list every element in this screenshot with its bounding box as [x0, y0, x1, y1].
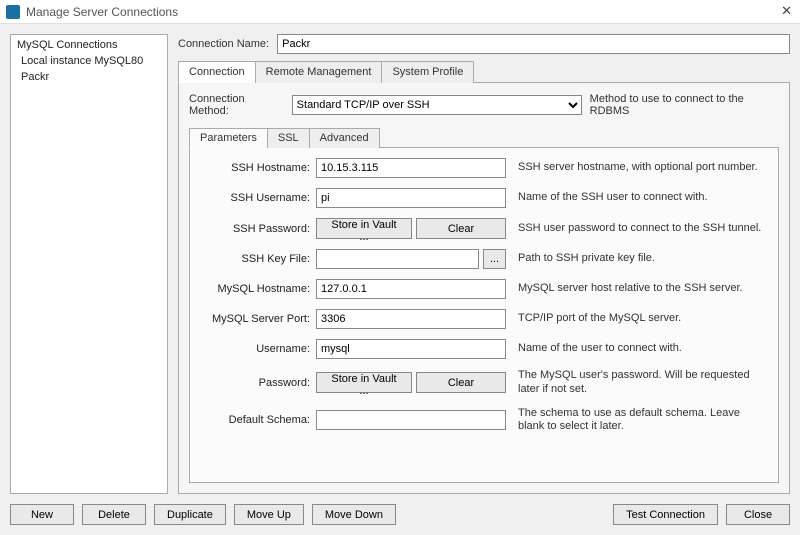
connection-method-select[interactable]: Standard TCP/IP over SSH [292, 95, 582, 115]
mysql-hostname-input[interactable] [316, 279, 506, 299]
ssh-keyfile-hint: Path to SSH private key file. [512, 252, 768, 266]
connection-list[interactable]: MySQL Connections Local instance MySQL80… [10, 34, 168, 494]
tab-remote-management[interactable]: Remote Management [255, 61, 383, 83]
window-titlebar: Manage Server Connections ✕ [0, 0, 800, 24]
tab-ssl[interactable]: SSL [267, 128, 310, 148]
connection-name-input[interactable] [277, 34, 790, 54]
password-clear-button[interactable]: Clear [416, 372, 506, 393]
duplicate-button[interactable]: Duplicate [154, 504, 226, 525]
ssh-hostname-hint: SSH server hostname, with optional port … [512, 161, 768, 175]
ssh-keyfile-input[interactable] [316, 249, 479, 269]
movedown-button[interactable]: Move Down [312, 504, 396, 525]
username-label: Username: [200, 343, 310, 355]
default-schema-input[interactable] [316, 410, 506, 430]
app-icon [6, 5, 20, 19]
ssh-username-hint: Name of the SSH user to connect with. [512, 191, 768, 205]
mysql-hostname-hint: MySQL server host relative to the SSH se… [512, 282, 768, 296]
connection-name-label: Connection Name: [178, 38, 269, 50]
list-item[interactable]: Packr [11, 69, 167, 85]
window-title: Manage Server Connections [26, 5, 178, 19]
default-schema-label: Default Schema: [200, 414, 310, 426]
connection-list-header: MySQL Connections [11, 37, 167, 53]
password-store-button[interactable]: Store in Vault ... [316, 372, 412, 393]
password-hint: The MySQL user's password. Will be reque… [512, 369, 768, 397]
mysql-port-hint: TCP/IP port of the MySQL server. [512, 312, 768, 326]
list-item[interactable]: Local instance MySQL80 [11, 53, 167, 69]
mysql-hostname-label: MySQL Hostname: [200, 283, 310, 295]
tab-system-profile[interactable]: System Profile [381, 61, 474, 83]
ssh-hostname-label: SSH Hostname: [200, 162, 310, 174]
tab-parameters[interactable]: Parameters [189, 128, 268, 148]
mysql-port-label: MySQL Server Port: [200, 313, 310, 325]
moveup-button[interactable]: Move Up [234, 504, 304, 525]
close-button[interactable]: Close [726, 504, 790, 525]
tab-connection[interactable]: Connection [178, 61, 256, 83]
test-connection-button[interactable]: Test Connection [613, 504, 718, 525]
password-label: Password: [200, 377, 310, 389]
new-button[interactable]: New [10, 504, 74, 525]
ssh-password-clear-button[interactable]: Clear [416, 218, 506, 239]
delete-button[interactable]: Delete [82, 504, 146, 525]
mysql-port-input[interactable] [316, 309, 506, 329]
ssh-hostname-input[interactable] [316, 158, 506, 178]
connection-method-label: Connection Method: [189, 93, 284, 117]
tab-advanced[interactable]: Advanced [309, 128, 380, 148]
username-hint: Name of the user to connect with. [512, 342, 768, 356]
ssh-password-store-button[interactable]: Store in Vault ... [316, 218, 412, 239]
ssh-username-label: SSH Username: [200, 192, 310, 204]
list-item-label: Packr [21, 71, 49, 83]
ssh-keyfile-browse-button[interactable]: ... [483, 249, 506, 269]
username-input[interactable] [316, 339, 506, 359]
ssh-username-input[interactable] [316, 188, 506, 208]
close-icon[interactable]: ✕ [781, 3, 792, 19]
connection-method-desc: Method to use to connect to the RDBMS [590, 93, 779, 117]
ssh-password-hint: SSH user password to connect to the SSH … [512, 222, 768, 236]
default-schema-hint: The schema to use as default schema. Lea… [512, 407, 768, 435]
ssh-keyfile-label: SSH Key File: [200, 253, 310, 265]
ssh-password-label: SSH Password: [200, 223, 310, 235]
list-item-label: Local instance MySQL80 [21, 55, 143, 67]
